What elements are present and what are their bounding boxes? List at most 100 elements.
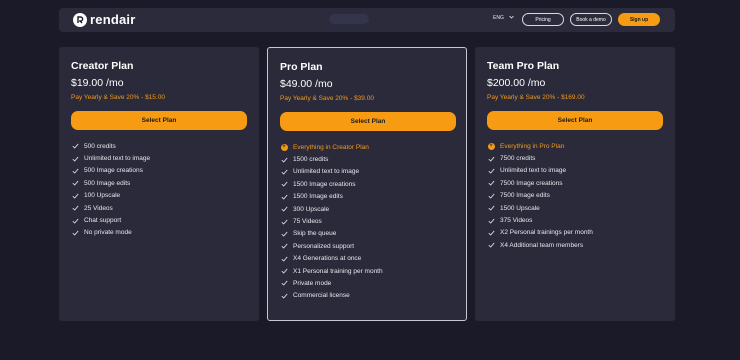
plan-card-creator: Creator Plan $19.00 /mo Pay Yearly & Sav…	[59, 47, 259, 321]
feature-text: X1 Personal training per month	[293, 267, 383, 275]
check-icon	[280, 267, 288, 275]
feature-text: Chat support	[84, 217, 122, 225]
feature-item: Unlimited text to image	[71, 152, 150, 164]
check-icon	[280, 279, 288, 287]
plan-price: $49.00 /mo	[280, 78, 333, 90]
check-icon	[280, 255, 288, 263]
feature-item: 1500 Upscale	[487, 202, 593, 214]
feature-item: X4 Additional team members	[487, 239, 593, 251]
feature-text: Everything in Pro Plan	[500, 142, 565, 150]
check-icon	[487, 179, 495, 187]
feature-text: 75 Videos	[293, 218, 322, 226]
feature-item: 375 Videos	[487, 214, 593, 226]
feature-item: Commercial license	[280, 290, 383, 302]
feature-text: 1500 Upscale	[500, 204, 540, 212]
feature-item: Chat support	[71, 214, 150, 226]
feature-item: 500 Image edits	[71, 177, 150, 189]
check-icon	[71, 155, 79, 163]
feature-item: Personalized support	[280, 240, 383, 252]
feature-text: Everything in Creator Plan	[293, 143, 369, 151]
yearly-savings: Pay Yearly & Save 20% - $39.00	[280, 95, 374, 102]
language-selector[interactable]: ENG	[493, 15, 514, 21]
nav-placeholder	[329, 14, 369, 24]
feature-text: Personalized support	[293, 242, 355, 250]
feature-list: + Everything in Pro Plan 7500 credits Unlim…	[487, 140, 593, 252]
feature-text: X4 Additional team members	[500, 241, 584, 249]
select-plan-button[interactable]: Select Plan	[71, 111, 247, 130]
feature-text: No private mode	[84, 229, 132, 237]
rendair-logo-icon	[73, 12, 87, 27]
plus-circle-icon: +	[280, 143, 288, 151]
check-icon	[280, 180, 288, 188]
feature-item: Unlimited text to image	[487, 165, 593, 177]
check-icon	[487, 167, 495, 175]
feature-item: 7500 Image creations	[487, 177, 593, 189]
top-navbar: rendair ENG Pricing Book a demo Sign up	[59, 8, 675, 32]
feature-item: 300 Upscale	[280, 203, 383, 215]
check-icon	[71, 204, 79, 212]
check-icon	[280, 205, 288, 213]
feature-item: 500 Image creations	[71, 165, 150, 177]
plan-price: $200.00 /mo	[487, 77, 546, 89]
feature-text: 100 Upscale	[84, 192, 121, 200]
check-icon	[71, 179, 79, 187]
feature-item: X2 Personal trainings per month	[487, 227, 593, 239]
feature-item: + Everything in Pro Plan	[487, 140, 593, 152]
plan-card-pro: Pro Plan $49.00 /mo Pay Yearly & Save 20…	[267, 47, 467, 321]
feature-text: 7500 Image edits	[500, 192, 550, 200]
feature-text: X2 Personal trainings per month	[500, 229, 593, 237]
plan-name: Creator Plan	[71, 60, 134, 72]
feature-text: Unlimited text to image	[293, 168, 360, 176]
plan-name: Pro Plan	[280, 61, 323, 73]
feature-text: Unlimited text to image	[500, 167, 567, 175]
feature-text: 300 Upscale	[293, 205, 330, 213]
check-icon	[487, 192, 495, 200]
feature-item: Private mode	[280, 277, 383, 289]
feature-text: 1500 Image edits	[293, 193, 343, 201]
feature-item: 1500 credits	[280, 153, 383, 165]
pricing-button[interactable]: Pricing	[522, 13, 564, 26]
feature-list: + Everything in Creator Plan 1500 credits U…	[280, 141, 383, 302]
check-icon	[487, 241, 495, 249]
feature-item: 75 Videos	[280, 215, 383, 227]
check-icon	[487, 155, 495, 163]
feature-text: 500 Image edits	[84, 179, 131, 187]
check-icon	[280, 218, 288, 226]
feature-text: 375 Videos	[500, 217, 533, 225]
check-icon	[280, 193, 288, 201]
book-demo-button[interactable]: Book a demo	[570, 13, 612, 26]
check-icon	[487, 204, 495, 212]
feature-item: 7500 Image edits	[487, 190, 593, 202]
check-icon	[280, 168, 288, 176]
feature-item: No private mode	[71, 227, 150, 239]
yearly-savings: Pay Yearly & Save 20% - $169.00	[487, 94, 585, 101]
feature-item: 25 Videos	[71, 202, 150, 214]
plan-card-team-pro: Team Pro Plan $200.00 /mo Pay Yearly & S…	[475, 47, 675, 321]
feature-text: Unlimited text to image	[84, 155, 151, 163]
plan-price: $19.00 /mo	[71, 77, 124, 89]
feature-text: 1500 credits	[293, 156, 329, 164]
select-plan-button[interactable]: Select Plan	[487, 111, 663, 130]
check-icon	[487, 229, 495, 237]
check-icon	[280, 230, 288, 238]
feature-item: X4 Generations at once	[280, 253, 383, 265]
feature-list: 500 credits Unlimited text to image 500 Im…	[71, 140, 150, 239]
select-plan-button[interactable]: Select Plan	[280, 112, 456, 131]
feature-text: Private mode	[293, 279, 332, 287]
feature-text: Skip the queue	[293, 230, 337, 238]
feature-text: 500 credits	[84, 142, 116, 150]
feature-item: 7500 credits	[487, 152, 593, 164]
yearly-savings: Pay Yearly & Save 20% - $15.00	[71, 94, 165, 101]
check-icon	[71, 192, 79, 200]
feature-text: 25 Videos	[84, 204, 113, 212]
signup-button[interactable]: Sign up	[618, 13, 660, 26]
feature-item: 1500 Image edits	[280, 191, 383, 203]
brand-logo[interactable]: rendair	[73, 12, 135, 27]
plus-circle-icon: +	[487, 142, 495, 150]
check-icon	[71, 217, 79, 225]
feature-item: 1500 Image creations	[280, 178, 383, 190]
feature-text: X4 Generations at once	[293, 255, 362, 263]
feature-text: 7500 credits	[500, 155, 536, 163]
check-icon	[280, 292, 288, 300]
feature-item: Skip the queue	[280, 228, 383, 240]
